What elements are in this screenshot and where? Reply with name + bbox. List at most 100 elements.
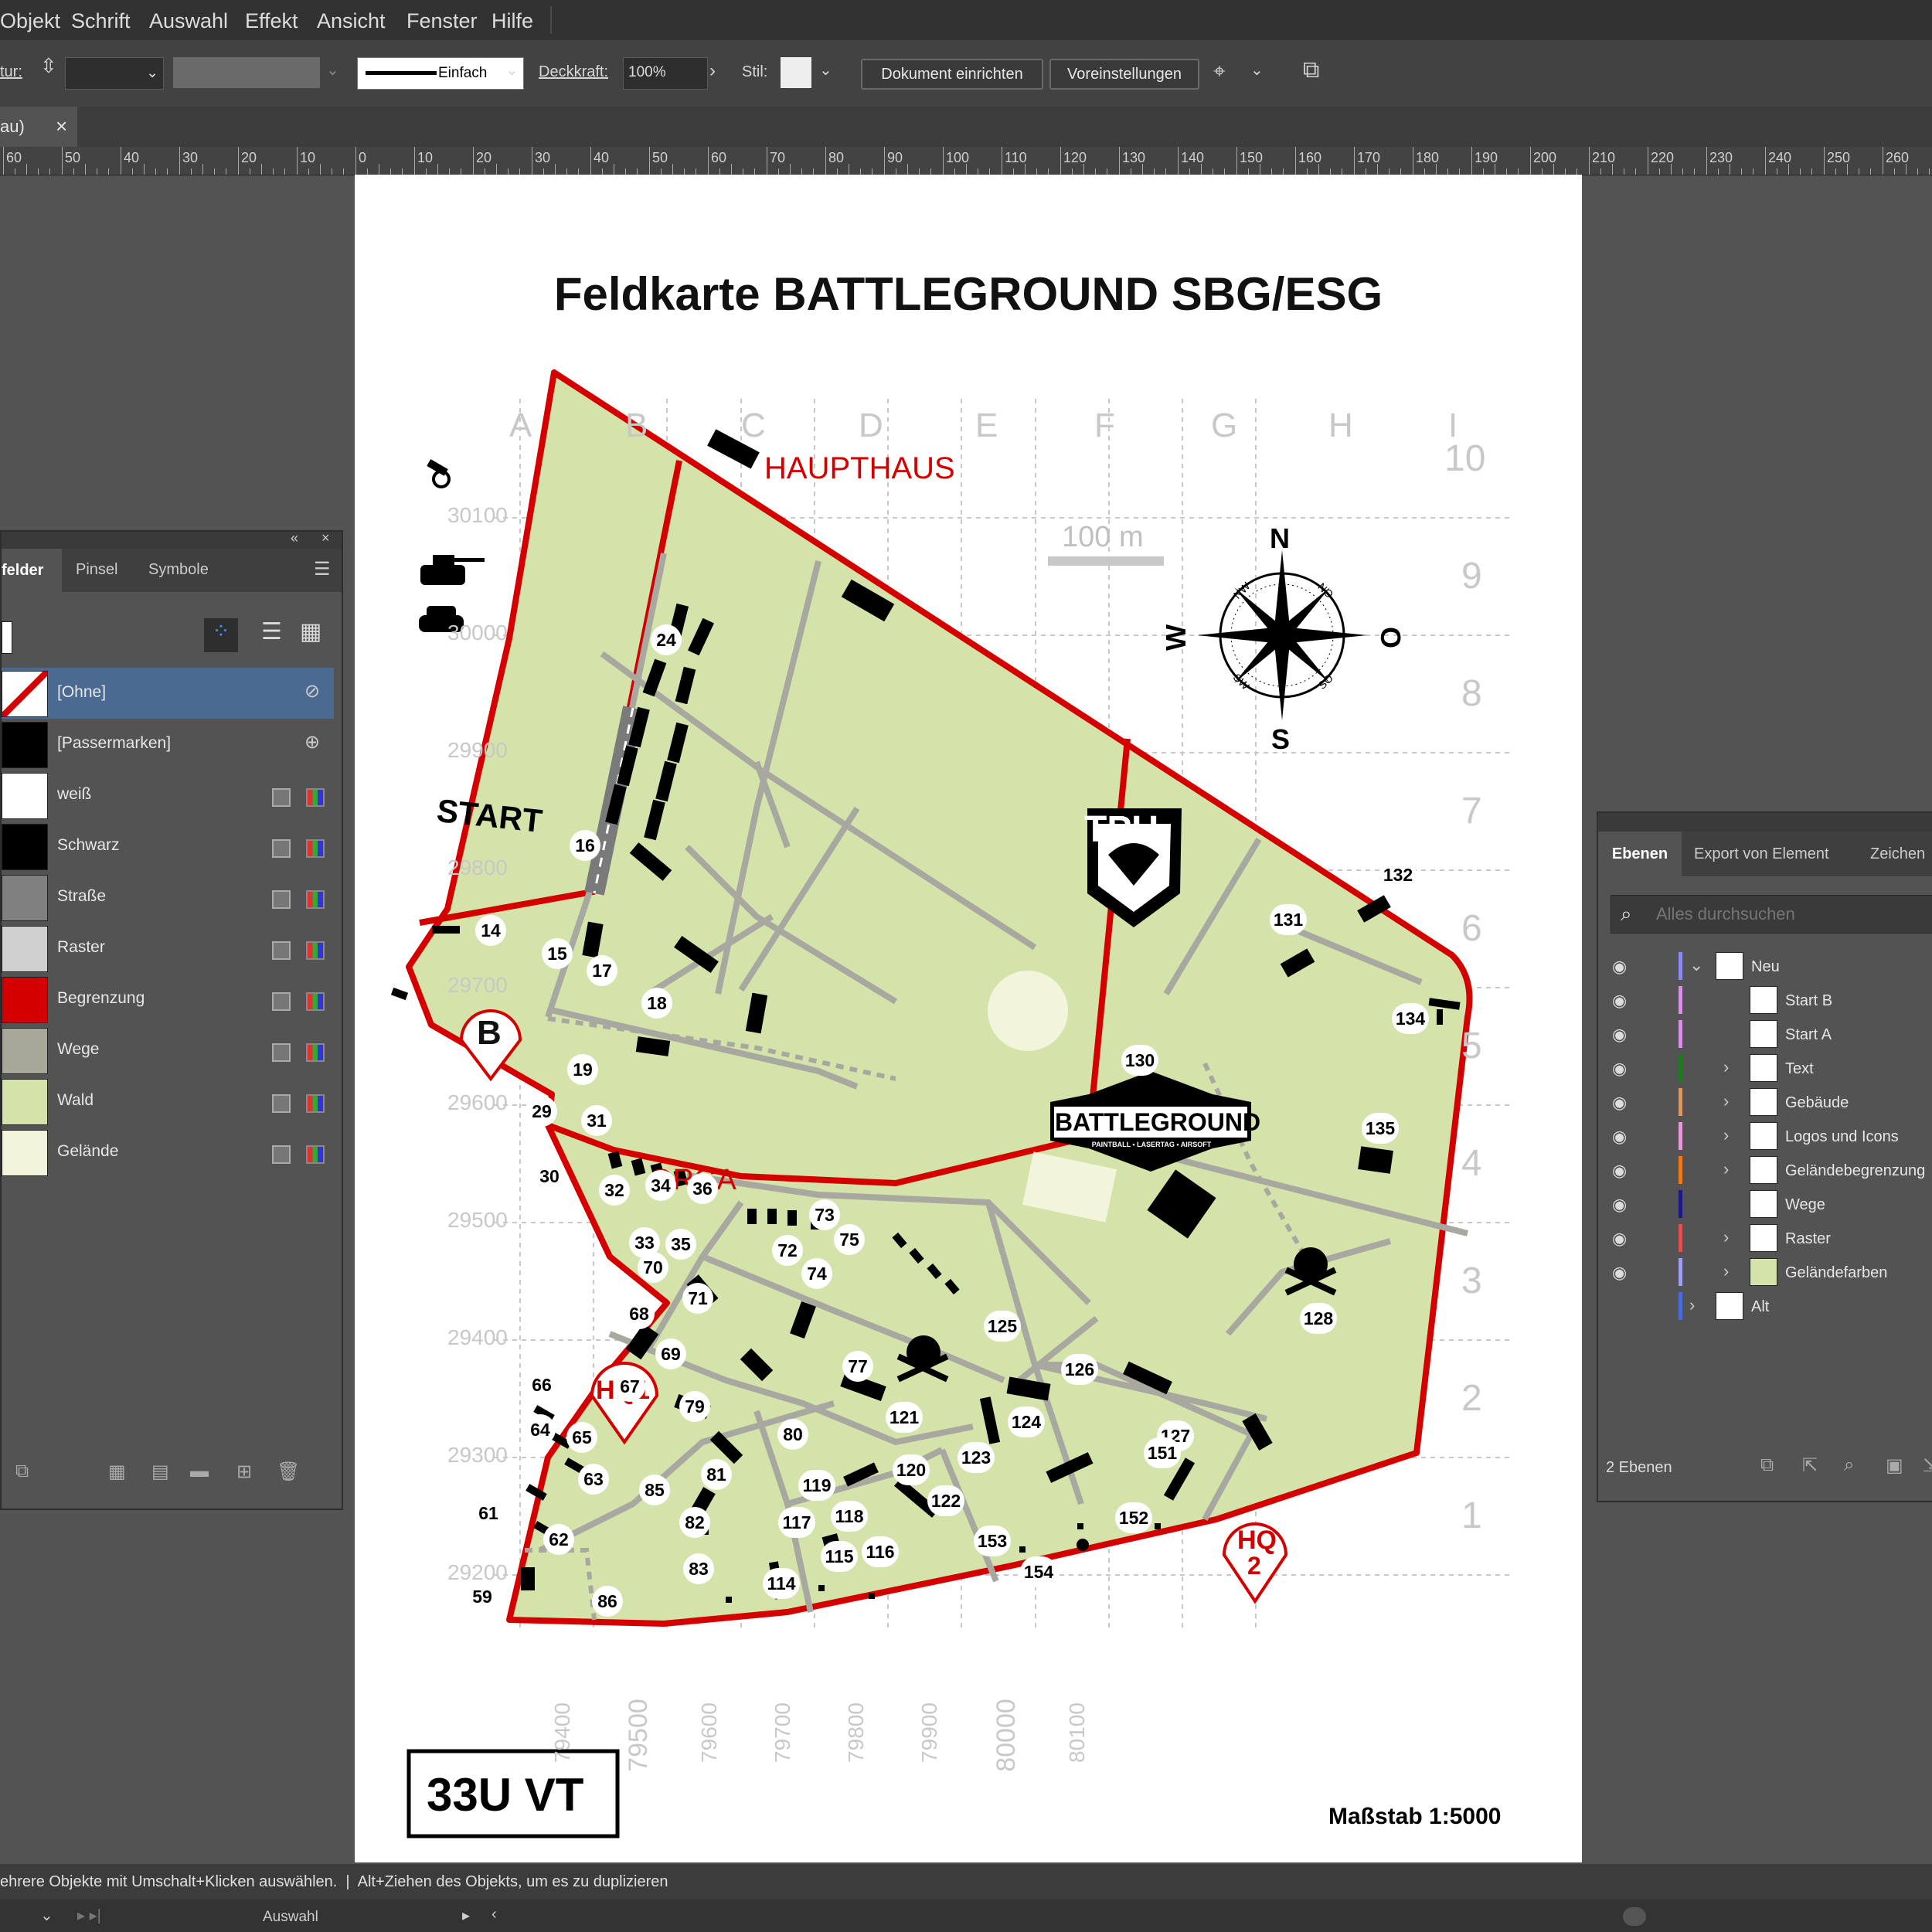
tab-character[interactable]: Zeichen (1870, 845, 1925, 863)
show-kinds-icon[interactable]: ▦ (108, 1461, 126, 1483)
layer-row[interactable]: ◉ Wege (1598, 1187, 1932, 1221)
layer-row[interactable]: ◉ › Geländebegrenzung (1598, 1153, 1932, 1187)
layer-row[interactable]: ◉ Start B (1598, 983, 1932, 1017)
chevron-right-icon[interactable]: › (709, 60, 716, 82)
new-swatch-icon[interactable]: ⊞ (236, 1461, 252, 1483)
swatch-options-icon[interactable]: ▤ (151, 1461, 169, 1483)
grid-view-icon[interactable]: ⁘ (204, 618, 238, 652)
new-group-icon[interactable]: ▬ (190, 1461, 209, 1482)
opacity-input[interactable]: 100% (623, 57, 708, 90)
chevron-left-icon[interactable]: ‹ (492, 1906, 497, 1923)
tab-asset-export[interactable]: Export von Element (1694, 845, 1829, 863)
tab-swatches[interactable]: felder (2, 549, 62, 592)
layer-row[interactable]: › Alt (1598, 1289, 1932, 1323)
chevron-right-icon[interactable]: ▸ (462, 1906, 470, 1925)
scrollbar-thumb[interactable] (1623, 1907, 1646, 1926)
locate-icon[interactable]: ⌕ (1844, 1454, 1854, 1476)
export-icon[interactable]: ⧉ (1303, 57, 1319, 83)
menu-auswahl[interactable]: Auswahl (149, 9, 228, 33)
list-view-icon[interactable]: ☰ (261, 618, 282, 645)
tab-brushes[interactable]: Pinsel (76, 561, 117, 579)
tab-layers[interactable]: Ebenen (1598, 832, 1682, 876)
chevron-right-icon[interactable]: › (1723, 1125, 1729, 1145)
chevron-right-icon[interactable]: › (1723, 1091, 1729, 1111)
menu-effekt[interactable]: Effekt (245, 9, 298, 33)
menu-fenster[interactable]: Fenster (406, 9, 478, 33)
trash-icon[interactable]: 🗑 (277, 1461, 300, 1483)
swatch-item[interactable]: Wege (2, 1025, 334, 1076)
swatch-item[interactable]: Raster (2, 923, 334, 974)
tab-symbols[interactable]: Symbole (148, 561, 209, 579)
arrange-icon[interactable]: ⌖ (1213, 59, 1226, 84)
stepper-icon[interactable]: ⇳ (40, 54, 57, 78)
visibility-eye-icon[interactable]: ◉ (1612, 1161, 1627, 1181)
menu-icon[interactable]: ☰ (314, 558, 331, 580)
stroke-width-field[interactable]: ⌄ (65, 57, 164, 90)
swatch-item[interactable]: Straße (2, 872, 334, 923)
visibility-eye-icon[interactable]: ◉ (1612, 1059, 1627, 1079)
visibility-eye-icon[interactable]: ◉ (1612, 991, 1627, 1011)
point-number: 63 (578, 1464, 609, 1495)
menu-objekt[interactable]: Objekt (0, 9, 60, 33)
chevron-down-icon[interactable]: ⌄ (819, 60, 832, 80)
layer-row[interactable]: ◉ › Text (1598, 1051, 1932, 1085)
document-tab[interactable]: au) × (0, 107, 77, 147)
ruler-tick (1506, 168, 1507, 175)
swatch-item[interactable]: [Ohne] ⊘ (2, 668, 334, 719)
layer-row[interactable]: ◉ › Gebäude (1598, 1085, 1932, 1119)
swatch-item[interactable]: weiß (2, 770, 334, 821)
export-icon[interactable]: ⇱ (1802, 1454, 1818, 1477)
swatch-library-icon[interactable]: ⧉ (15, 1461, 29, 1482)
collapse-icon[interactable]: « (291, 530, 298, 546)
ruler-tick (1635, 168, 1636, 175)
layer-row[interactable]: ◉ › Geländefarben (1598, 1255, 1932, 1289)
visibility-eye-icon[interactable]: ◉ (1612, 1025, 1627, 1045)
menu-schrift[interactable]: Schrift (71, 9, 131, 33)
visibility-eye-icon[interactable]: ◉ (1612, 1195, 1627, 1215)
fill-stroke-indicator[interactable] (2, 621, 12, 654)
thumbnail-view-icon[interactable]: ▦ (300, 618, 321, 645)
menu-ansicht[interactable]: Ansicht (317, 9, 386, 33)
chevron-right-icon[interactable]: › (1723, 1261, 1729, 1281)
layer-row[interactable]: ◉ › Raster (1598, 1221, 1932, 1255)
visibility-eye-icon[interactable]: ◉ (1612, 957, 1627, 977)
swatch-item[interactable]: Schwarz (2, 821, 334, 872)
visibility-eye-icon[interactable]: ◉ (1612, 1127, 1627, 1147)
chevron-right-icon[interactable]: › (1723, 1227, 1729, 1247)
swatch-item[interactable]: Begrenzung (2, 974, 334, 1025)
graphic-style-swatch[interactable] (781, 57, 811, 88)
swatch-item[interactable]: [Passermarken] ⊕ (2, 719, 334, 770)
horizontal-ruler[interactable]: 60 50 40 30 20 10 0 10 20 30 40 50 60 70 80 90 100 110 120… (0, 147, 1932, 175)
variable-width-profile[interactable] (173, 57, 320, 88)
layers-search-field[interactable]: ⌕ (1611, 895, 1932, 934)
close-icon[interactable]: × (321, 530, 330, 546)
chevron-right-icon[interactable]: › (1723, 1057, 1729, 1077)
clipping-mask-icon[interactable]: ▣ (1886, 1454, 1903, 1477)
chevron-right-icon[interactable]: › (1723, 1159, 1729, 1179)
chevron-down-icon[interactable]: ⌄ (1689, 955, 1703, 975)
chevron-down-icon[interactable]: ⌄ (40, 1906, 53, 1925)
visibility-eye-icon[interactable]: ◉ (1612, 1093, 1627, 1113)
visibility-eye-icon[interactable]: ◉ (1612, 1263, 1627, 1283)
new-sublayer-icon[interactable]: ⇲ (1923, 1454, 1932, 1477)
layer-row[interactable]: ◉ Start A (1598, 1017, 1932, 1051)
chevron-down-icon[interactable]: ⌄ (326, 60, 339, 80)
artboard[interactable]: Feldkarte BATTLEGROUND SBG/ESG A B C D E… (355, 175, 1582, 1862)
layer-row[interactable]: ◉ › Logos und Icons (1598, 1119, 1932, 1153)
document-setup-button[interactable]: Dokument einrichten (861, 59, 1043, 90)
layer-row[interactable]: ◉ ⌄ Neu (1598, 949, 1932, 983)
visibility-eye-icon[interactable]: ◉ (1612, 1229, 1627, 1249)
nav-prev-icon[interactable]: ▸ ▸| (77, 1906, 101, 1925)
chevron-down-icon[interactable]: ⌄ (1250, 60, 1264, 80)
swatch-item[interactable]: Gelände (2, 1127, 334, 1178)
menu-hilfe[interactable]: Hilfe (492, 9, 533, 33)
layer-name: Geländebegrenzung (1785, 1162, 1926, 1179)
chevron-down-icon[interactable]: ⌄ (505, 60, 519, 80)
chevron-right-icon[interactable]: › (1689, 1295, 1695, 1315)
swatch-item[interactable]: Wald (2, 1076, 334, 1127)
stroke-style-select[interactable]: Einfach (357, 57, 524, 90)
preferences-button[interactable]: Voreinstellungen (1049, 59, 1199, 90)
collect-export-icon[interactable]: ⧉ (1760, 1454, 1774, 1476)
layers-search-input[interactable] (1655, 900, 1920, 928)
close-icon[interactable]: × (56, 114, 67, 138)
